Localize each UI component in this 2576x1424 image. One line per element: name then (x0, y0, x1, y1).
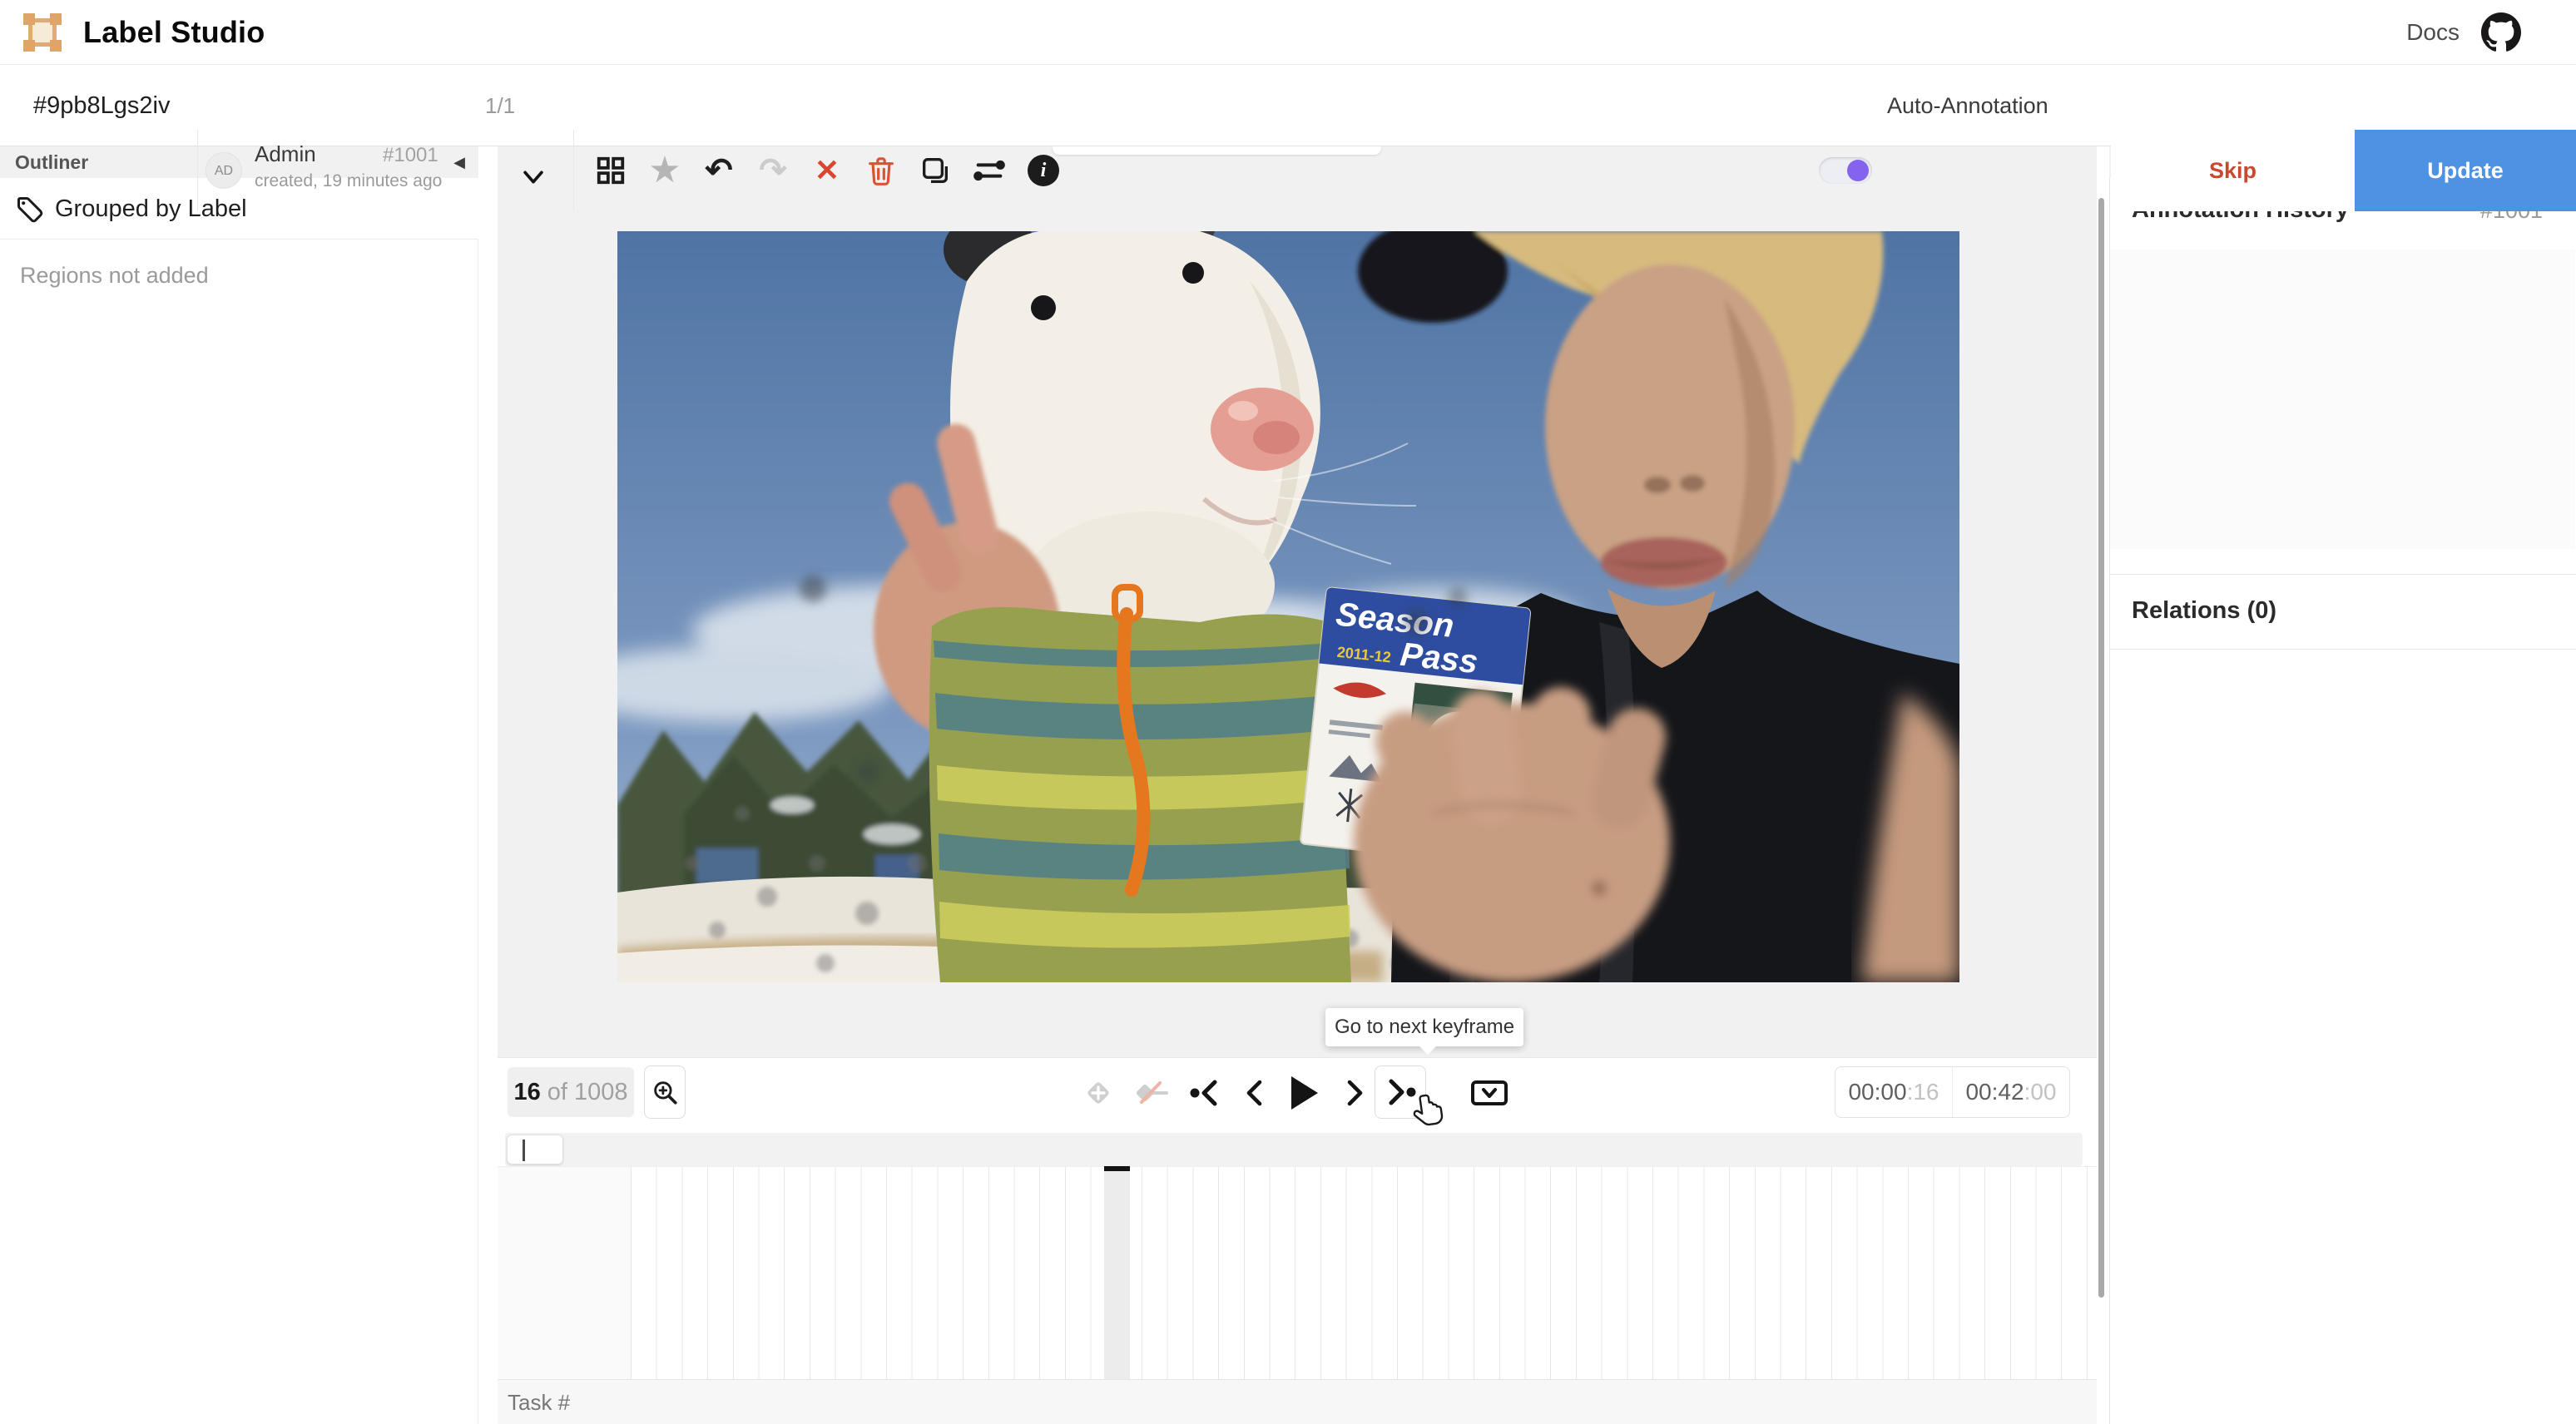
ground-truth-button[interactable]: ★ (645, 146, 685, 195)
relations-title: Relations (0) (2132, 597, 2276, 625)
tooltip: Go to next keyframe (1325, 1008, 1523, 1046)
outliner-title: Outliner (15, 146, 88, 178)
update-button[interactable]: Update (2355, 130, 2576, 211)
next-frame-button[interactable] (1343, 1078, 1368, 1108)
annotator-avatar[interactable]: AD (206, 152, 242, 189)
auto-annotation-label: Auto-Annotation (1887, 65, 2048, 146)
grid-icon (595, 155, 627, 186)
total-time: 00:42:00 (1953, 1067, 2069, 1117)
toggle-knob (1847, 160, 1869, 181)
redo-icon: ↷ (759, 154, 787, 187)
copy-icon (919, 154, 952, 187)
chevron-right-icon (1345, 1079, 1366, 1107)
playhead-column (1104, 1166, 1130, 1379)
frame-separator: of (541, 1079, 574, 1105)
task-label: Task # (508, 1380, 570, 1424)
annotator-name: Admin (255, 141, 316, 167)
divider (2109, 649, 2576, 650)
frame-counter[interactable]: 16 of 1008 (508, 1067, 634, 1117)
outliner-sidebar (0, 146, 478, 1424)
timeline-ruler[interactable] (631, 1166, 2097, 1379)
duplicate-annotation-button[interactable] (915, 146, 955, 195)
time-display: 00:00:16 00:42:00 (1835, 1066, 2070, 1118)
app-header: Label Studio Docs (0, 0, 2576, 65)
docs-link[interactable]: Docs (2406, 0, 2460, 65)
playhead[interactable] (1104, 1166, 1130, 1171)
vertical-scrollbar[interactable] (2098, 198, 2104, 1298)
prev-frame-button[interactable] (1241, 1078, 1266, 1108)
floating-panel-edge (1053, 146, 1381, 155)
seek-track[interactable] (505, 1133, 2083, 1166)
divider (197, 130, 198, 211)
annotation-history-empty (2110, 250, 2575, 549)
divider (2109, 574, 2576, 575)
annotation-id: #1001 (383, 144, 438, 167)
task-footer: Task # (498, 1379, 2097, 1424)
diamond-slash-icon (1132, 1075, 1172, 1110)
info-button[interactable]: i (1023, 146, 1063, 195)
timeline-left-gutter (498, 1166, 631, 1379)
auto-annotation-toggle[interactable] (1819, 157, 1872, 184)
play-button[interactable] (1288, 1073, 1321, 1113)
github-icon[interactable] (2481, 12, 2521, 52)
skip-button[interactable]: Skip (2111, 130, 2355, 211)
annotation-toolbar: #9pb8Lgs2iv AD Admin #1001 created, 19 m… (0, 65, 2576, 146)
tooltip-text: Go to next keyframe (1335, 1016, 1514, 1038)
view-all-button[interactable] (591, 146, 631, 195)
tooltip-arrow (1419, 1046, 1437, 1055)
current-time-frames: :16 (1907, 1079, 1939, 1105)
trash-icon (864, 152, 898, 189)
info-icon: i (1028, 155, 1059, 186)
remove-keyframe-button[interactable] (1132, 1075, 1172, 1111)
undo-button[interactable]: ↶ (699, 146, 739, 195)
chevron-down-icon[interactable] (519, 163, 547, 191)
tag-icon (15, 195, 45, 225)
annotation-created-note: created, 19 minutes ago (255, 171, 442, 191)
total-time-frames: :00 (2024, 1079, 2057, 1105)
annotation-pagination: 1/1 (485, 65, 515, 146)
regions-empty-state: Regions not added (20, 263, 209, 289)
diamond-plus-icon (1081, 1075, 1116, 1110)
label-studio-app: Label Studio Docs #9pb8Lgs2iv AD Admin #… (0, 0, 2576, 1424)
delete-annotation-button[interactable] (861, 146, 901, 195)
magnifier-plus-icon (651, 1078, 679, 1106)
divider (573, 130, 574, 211)
seek-position-line (523, 1140, 525, 1161)
play-icon (1291, 1076, 1318, 1110)
current-time-main: 00:00 (1848, 1079, 1906, 1105)
video-content: Season 2011-12 Pass RATATOUILLE (617, 231, 1959, 982)
reset-button[interactable]: ✕ (807, 146, 847, 195)
video-frame[interactable]: Season 2011-12 Pass RATATOUILLE (617, 231, 1959, 982)
total-time-main: 00:42 (1965, 1079, 2024, 1105)
settings-transfer-button[interactable] (969, 146, 1009, 195)
hand-cursor-icon (1409, 1091, 1449, 1131)
undo-icon: ↶ (705, 154, 733, 187)
redo-button[interactable]: ↷ (753, 146, 793, 195)
add-keyframe-button[interactable] (1080, 1075, 1117, 1111)
seek-handle[interactable] (507, 1135, 563, 1164)
prev-keyframe-button[interactable] (1188, 1078, 1223, 1108)
swap-lines-icon (973, 154, 1006, 187)
frame-current: 16 (513, 1079, 540, 1105)
task-id-label: #9pb8Lgs2iv (33, 65, 170, 146)
toolbar-actions: ★ ↶ ↷ ✕ i (591, 130, 1063, 211)
label-studio-logo-icon (22, 12, 63, 53)
zoom-in-button[interactable] (644, 1066, 686, 1119)
app-title: Label Studio (83, 0, 265, 65)
chevron-left-icon (1243, 1079, 1265, 1107)
frame-total: 1008 (574, 1079, 628, 1105)
star-icon: ★ (648, 152, 681, 189)
collapse-timeline-button[interactable] (1468, 1075, 1511, 1111)
box-chevron-down-icon (1470, 1077, 1508, 1109)
collapse-left-icon[interactable]: ◀ (453, 146, 465, 178)
dot-chevron-left-icon (1188, 1079, 1223, 1107)
current-time[interactable]: 00:00:16 (1835, 1067, 1953, 1117)
close-icon: ✕ (815, 156, 840, 185)
